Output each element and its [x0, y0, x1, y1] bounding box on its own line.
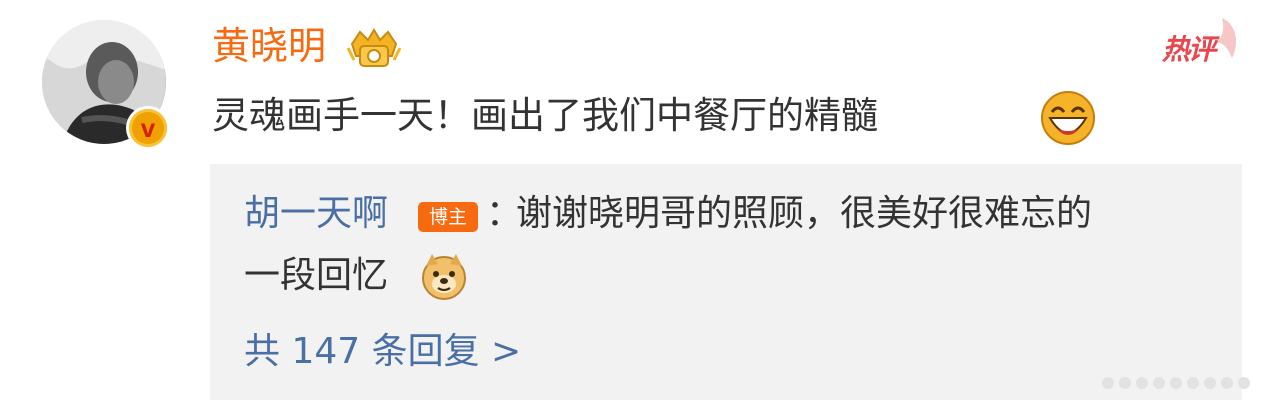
reply-text-line1: 谢谢晓明哥的照顾，很美好很难忘的: [516, 193, 1093, 234]
post-content: 灵魂画手一天！画出了我们中餐厅的精髓: [212, 94, 878, 137]
hot-comment-badge: 热评: [1162, 14, 1242, 70]
crown-icon: [346, 28, 402, 67]
dot: [1238, 377, 1250, 389]
dot: [1153, 377, 1165, 389]
doge-emoji-icon: [422, 254, 466, 300]
hot-label: 热评: [1162, 33, 1216, 66]
dot: [1102, 377, 1114, 389]
dot: [1119, 377, 1131, 389]
dot: [1187, 377, 1199, 389]
reply-username[interactable]: 胡一天啊: [244, 188, 388, 240]
more-replies-link[interactable]: 共 147 条回复 >: [244, 326, 521, 378]
laugh-emoji-icon: [1041, 91, 1095, 145]
loading-dots: [1102, 374, 1262, 392]
author-tag: 博主: [418, 202, 478, 232]
dot: [1170, 377, 1182, 389]
post-username[interactable]: 黄晓明: [212, 20, 326, 72]
reply-text-line2: 一段回忆: [244, 255, 389, 296]
dot: [1221, 377, 1233, 389]
dot: [1136, 377, 1148, 389]
reply-box[interactable]: 胡一天啊 博主 ： 谢谢晓明哥的照顾，很美好很难忘的 一段回忆 共 147 条回…: [210, 164, 1242, 400]
dot: [1204, 377, 1216, 389]
verified-icon: v: [126, 106, 170, 150]
verified-badge-letter: v: [129, 109, 167, 147]
